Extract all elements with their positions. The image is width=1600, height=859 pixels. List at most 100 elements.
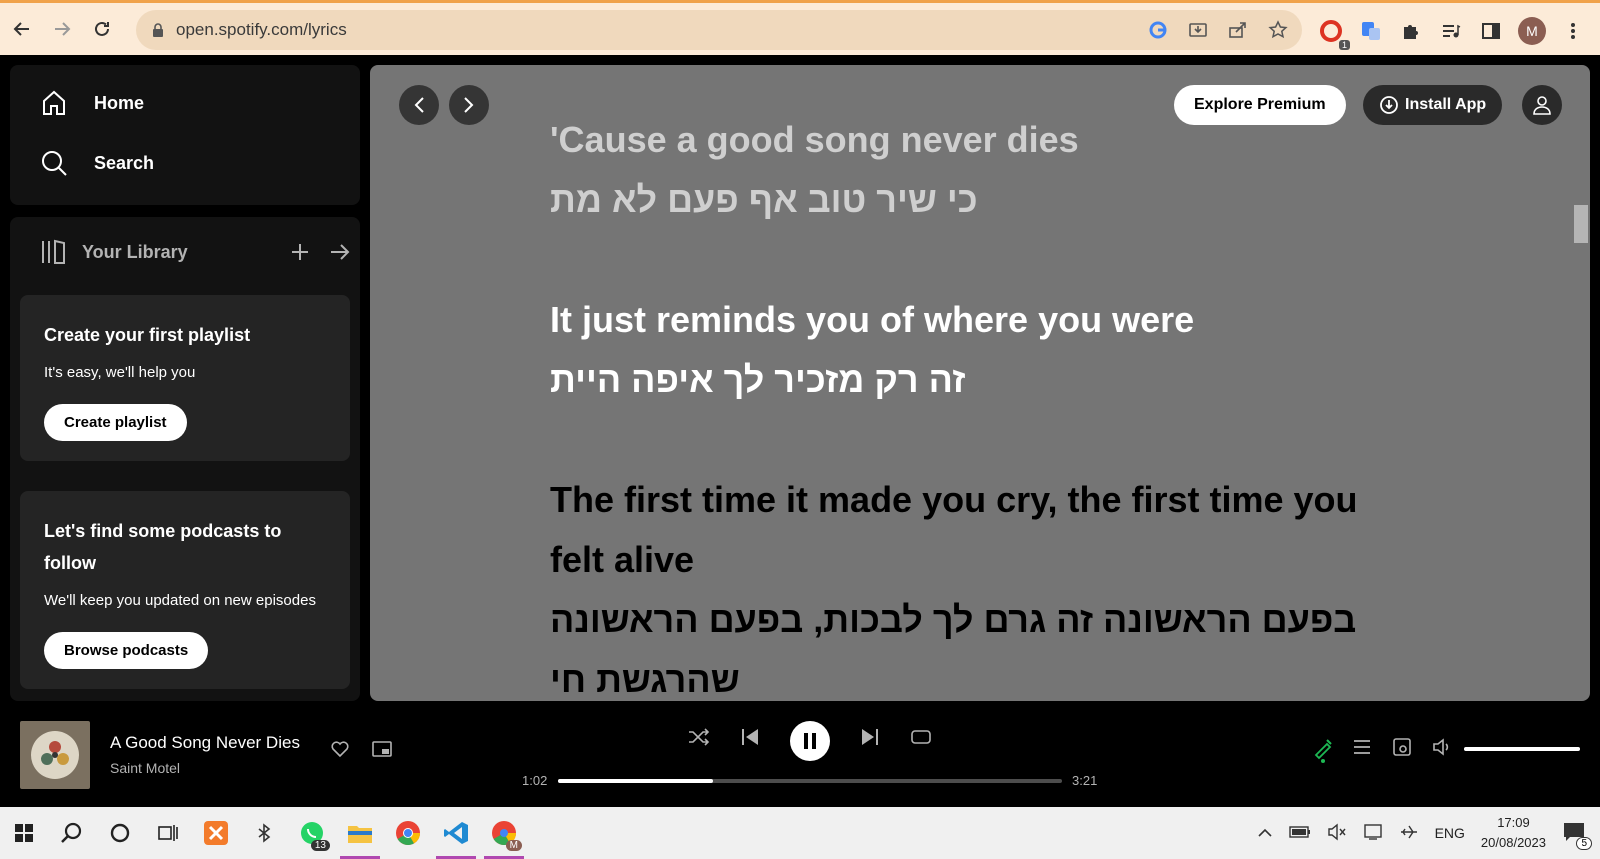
chevron-left-icon xyxy=(414,97,424,113)
previous-track-icon[interactable] xyxy=(740,727,760,747)
system-tray: ENG 17:09 20/08/2023 5 xyxy=(1257,807,1600,859)
album-cover[interactable] xyxy=(20,721,90,789)
now-playing-bar: A Good Song Never Dies Saint Motel 1:02 … xyxy=(0,709,1600,799)
address-bar[interactable]: open.spotify.com/lyrics xyxy=(136,10,1302,50)
home-icon xyxy=(43,90,65,115)
search-icon[interactable] xyxy=(48,807,96,859)
back-icon[interactable] xyxy=(4,11,40,47)
clock-time: 17:09 xyxy=(1497,815,1530,830)
google-icon[interactable] xyxy=(1146,18,1170,42)
connect-device-icon[interactable] xyxy=(1392,737,1412,757)
sidebar-item-label: Home xyxy=(94,92,145,113)
lyric-line[interactable]: כי שיר טוב אף פעם לא מת xyxy=(550,170,1390,230)
sidebar-item-search[interactable]: Search xyxy=(10,133,360,193)
extension-red-icon[interactable]: 1 xyxy=(1318,18,1350,50)
clock-date: 20/08/2023 xyxy=(1480,835,1546,850)
library-panel: Your Library Create your first playlist … xyxy=(10,217,360,701)
search-icon xyxy=(42,151,67,176)
library-header: Your Library xyxy=(10,217,360,287)
shuffle-icon[interactable] xyxy=(688,727,710,747)
lyrics-view: Explore Premium Install App 'Cause a goo… xyxy=(370,65,1590,701)
lyric-line[interactable]: 'Cause a good song never dies xyxy=(550,110,1390,170)
progress-bar[interactable] xyxy=(558,779,1062,783)
volume-slider[interactable] xyxy=(1464,747,1580,751)
plus-icon[interactable] xyxy=(280,242,320,262)
language-indicator[interactable]: ENG xyxy=(1435,825,1465,841)
lyric-line-current[interactable]: It just reminds you of where you were xyxy=(550,290,1390,350)
create-playlist-card: Create your first playlist It's easy, we… xyxy=(20,295,350,461)
pause-button[interactable] xyxy=(790,721,830,761)
nav-back-button[interactable] xyxy=(399,85,439,125)
lyrics-mic-icon[interactable] xyxy=(1312,737,1334,763)
extension-badge: 1 xyxy=(1338,40,1350,50)
lock-icon xyxy=(152,23,164,37)
pause-icon xyxy=(804,733,816,749)
chevron-up-icon[interactable] xyxy=(1257,825,1273,841)
lyric-line[interactable]: The first time it made you cry, the firs… xyxy=(550,470,1390,590)
network-icon[interactable] xyxy=(1363,823,1383,844)
windows-start-icon[interactable] xyxy=(0,807,48,859)
cortana-icon[interactable] xyxy=(96,807,144,859)
sidebar-nav: Home Search xyxy=(10,65,360,205)
card-text: It's easy, we'll help you xyxy=(44,364,196,381)
create-playlist-button[interactable]: Create playlist xyxy=(44,404,187,441)
reload-icon[interactable] xyxy=(84,11,120,47)
card-title: Create your first playlist xyxy=(44,325,251,345)
airplane-mode-icon[interactable] xyxy=(1399,822,1419,845)
track-artist[interactable]: Saint Motel xyxy=(110,760,180,776)
library-title[interactable]: Your Library xyxy=(82,242,280,263)
clock[interactable]: 17:09 20/08/2023 xyxy=(1481,813,1546,853)
card-text: We'll keep you updated on new episodes xyxy=(44,592,316,609)
url-text: open.spotify.com/lyrics xyxy=(176,20,347,39)
chrome-icon[interactable] xyxy=(384,807,432,859)
nav-forward-button[interactable] xyxy=(449,85,489,125)
sidebar-item-label: Search xyxy=(94,152,155,173)
track-title[interactable]: A Good Song Never Dies xyxy=(110,733,300,753)
scrollbar[interactable] xyxy=(1574,205,1588,243)
lyric-line[interactable]: בפעם הראשונה זה גרם לך לבכות, בפעם הראשו… xyxy=(550,590,1390,701)
chrome-profile-icon[interactable]: M xyxy=(480,807,528,859)
repeat-icon[interactable] xyxy=(910,727,932,747)
media-queue-icon[interactable] xyxy=(1438,18,1464,44)
side-panel-icon[interactable] xyxy=(1478,18,1504,44)
user-menu-button[interactable] xyxy=(1522,85,1562,125)
battery-icon[interactable] xyxy=(1288,825,1311,842)
chrome-profile-badge: M xyxy=(505,840,522,851)
task-view-icon[interactable] xyxy=(144,807,192,859)
vscode-icon[interactable] xyxy=(432,807,480,859)
whatsapp-badge: 13 xyxy=(310,840,330,851)
bookmark-star-icon[interactable] xyxy=(1266,18,1290,42)
puzzle-icon[interactable] xyxy=(1398,18,1424,44)
profile-avatar[interactable]: M xyxy=(1518,17,1546,45)
notifications-icon[interactable]: 5 xyxy=(1562,821,1592,850)
volume-icon[interactable] xyxy=(1432,737,1452,757)
browser-toolbar: open.spotify.com/lyrics 1 M xyxy=(0,0,1600,55)
translate-icon[interactable] xyxy=(1358,18,1384,44)
library-icon[interactable] xyxy=(40,238,68,266)
notification-count: 5 xyxy=(1576,836,1592,850)
sidebar-item-home[interactable]: Home xyxy=(10,73,360,133)
bluetooth-icon[interactable] xyxy=(240,807,288,859)
speaker-muted-icon[interactable] xyxy=(1327,823,1347,844)
forward-icon[interactable] xyxy=(44,11,80,47)
share-icon[interactable] xyxy=(1226,18,1250,42)
xampp-icon[interactable] xyxy=(192,807,240,859)
windows-taskbar: 13 M ENG 17:09 20/08/2023 5 xyxy=(0,807,1600,859)
lyric-line-current[interactable]: זה רק מזכיר לך איפה היית xyxy=(550,350,1390,410)
kebab-menu-icon[interactable] xyxy=(1560,18,1586,44)
heart-icon[interactable] xyxy=(330,739,350,764)
file-explorer-icon[interactable] xyxy=(336,807,384,859)
total-time: 3:21 xyxy=(1072,773,1098,788)
whatsapp-icon[interactable]: 13 xyxy=(288,807,336,859)
chevron-right-icon xyxy=(464,97,474,113)
next-track-icon[interactable] xyxy=(860,727,880,747)
user-icon xyxy=(1533,96,1551,115)
install-app-label: Install App xyxy=(1405,96,1487,113)
queue-icon[interactable] xyxy=(1352,737,1372,757)
podcasts-card: Let's find some podcasts to follow We'll… xyxy=(20,491,350,689)
arrow-right-icon[interactable] xyxy=(320,242,360,262)
install-icon[interactable] xyxy=(1186,18,1210,42)
picture-in-picture-icon[interactable] xyxy=(372,739,392,764)
elapsed-time: 1:02 xyxy=(522,773,548,788)
browse-podcasts-button[interactable]: Browse podcasts xyxy=(44,632,209,669)
